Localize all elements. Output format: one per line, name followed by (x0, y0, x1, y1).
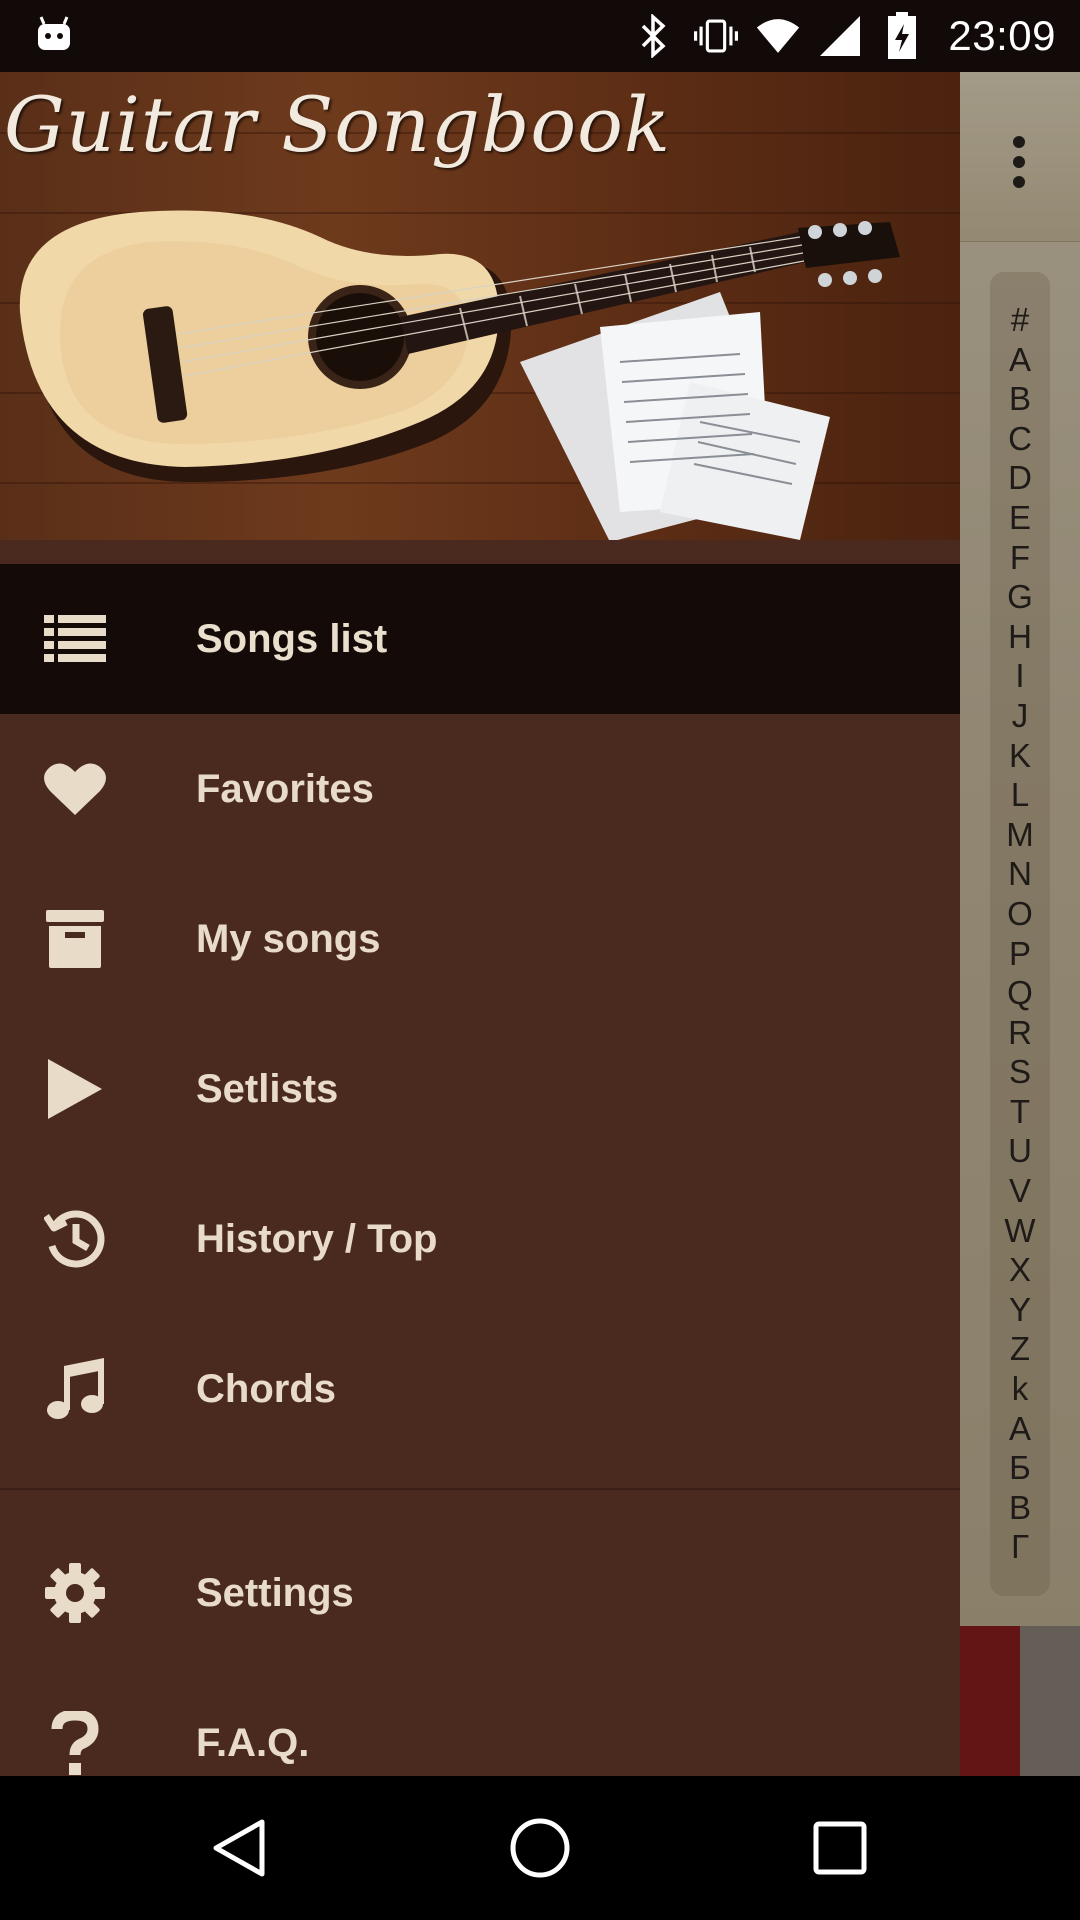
menu-label-setlists: Setlists (196, 1066, 339, 1111)
bluetooth-icon (632, 14, 676, 58)
menu-divider (0, 1488, 960, 1490)
back-button[interactable] (204, 1812, 276, 1884)
menu-item-faq[interactable]: F.A.Q. (0, 1668, 960, 1776)
drawer-header: Guitar Songbook (0, 72, 960, 540)
play-icon (44, 1058, 106, 1120)
question-icon (44, 1711, 106, 1775)
history-icon (44, 1208, 106, 1270)
drawer-scrim[interactable] (960, 72, 1080, 1776)
vibrate-icon (694, 14, 739, 58)
sheet-music-icon (520, 292, 830, 540)
menu-item-favorites[interactable]: Favorites (0, 714, 960, 864)
menu-item-setlists[interactable]: Setlists (0, 1014, 960, 1164)
system-nav-bar (0, 1776, 1080, 1920)
menu-item-songs-list[interactable]: Songs list (0, 564, 960, 714)
recents-icon (813, 1821, 867, 1875)
menu-label-chords: Chords (196, 1366, 336, 1411)
recents-button[interactable] (804, 1812, 876, 1884)
app-logo-title: Guitar Songbook (4, 80, 671, 169)
android-debug-icon (38, 16, 70, 50)
drawer-menu: Songs list Favorites My songs Setlists H… (0, 564, 960, 1776)
cell-signal-icon (818, 14, 862, 58)
menu-item-chords[interactable]: Chords (0, 1314, 960, 1464)
menu-item-my-songs[interactable]: My songs (0, 864, 960, 1014)
clock: 23:09 (948, 12, 1056, 59)
wifi-icon (756, 14, 800, 58)
music-note-icon (44, 1358, 106, 1420)
menu-label-favorites: Favorites (196, 766, 374, 811)
navigation-drawer: Guitar Songbook Songs list Favorites My … (0, 72, 960, 1776)
menu-item-history-top[interactable]: History / Top (0, 1164, 960, 1314)
back-icon (213, 1819, 265, 1877)
menu-label-history-top: History / Top (196, 1216, 438, 1261)
heart-icon (44, 758, 106, 820)
menu-item-settings[interactable]: Settings (0, 1518, 960, 1668)
status-bar: 23:09 (0, 0, 1080, 72)
home-icon (510, 1818, 570, 1878)
menu-label-songs-list: Songs list (196, 616, 388, 661)
menu-label-my-songs: My songs (196, 916, 381, 961)
home-button[interactable] (504, 1812, 576, 1884)
list-icon (44, 608, 106, 670)
menu-label-settings: Settings (196, 1570, 354, 1615)
archive-box-icon (44, 908, 106, 970)
gear-icon (44, 1562, 106, 1624)
battery-charging-icon (880, 12, 924, 59)
menu-label-faq: F.A.Q. (196, 1720, 310, 1765)
